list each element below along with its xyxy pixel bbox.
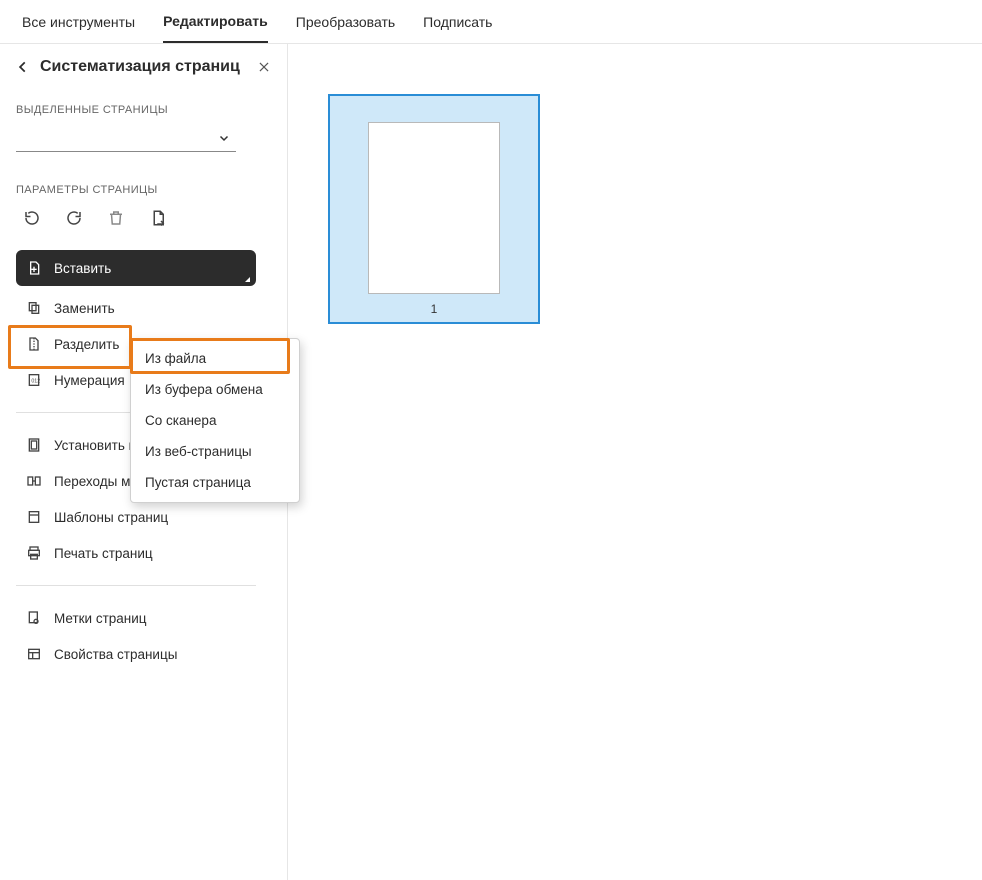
menu-item-from-clipboard[interactable]: Из буфера обмена (131, 374, 299, 405)
chevron-down-icon (218, 132, 230, 144)
insert-button[interactable]: Вставить (16, 250, 256, 286)
templates-icon (26, 509, 44, 525)
insert-dropdown-menu: Из файла Из буфера обмена Со сканера Из … (130, 338, 300, 503)
rotate-ccw-icon[interactable] (22, 208, 42, 228)
section-page-params: ПАРАМЕТРЫ СТРАНИЦЫ (16, 184, 271, 196)
page-params-toolbar (16, 204, 271, 246)
svg-text:012: 012 (31, 379, 40, 385)
page-thumbnail-selected[interactable]: 1 (328, 94, 540, 324)
numbering-icon: 012 (26, 372, 44, 388)
print-pages-button[interactable]: Печать страниц (16, 535, 256, 571)
tab-sign[interactable]: Подписать (423, 14, 492, 42)
menu-item-from-file[interactable]: Из файла (131, 343, 299, 374)
page-labels-button[interactable]: Метки страниц (16, 600, 256, 636)
organize-pages-panel: Систематизация страниц ВЫДЕЛЕННЫЕ СТРАНИ… (0, 44, 288, 880)
print-icon (26, 545, 44, 561)
selected-pages-dropdown[interactable] (16, 124, 236, 152)
page-properties-icon (26, 646, 44, 662)
split-button-label: Разделить (54, 337, 119, 352)
menu-item-from-scanner[interactable]: Со сканера (131, 405, 299, 436)
section-selected-pages: ВЫДЕЛЕННЫЕ СТРАНИЦЫ (16, 104, 271, 116)
tab-all-tools[interactable]: Все инструменты (22, 14, 135, 42)
back-icon[interactable] (16, 60, 30, 74)
trash-icon[interactable] (106, 208, 126, 228)
insert-page-icon (26, 260, 44, 276)
page-number-label: 1 (431, 302, 438, 316)
extract-page-icon[interactable] (148, 208, 168, 228)
divider (16, 585, 256, 586)
insert-button-label: Вставить (54, 261, 111, 276)
page-properties-button[interactable]: Свойства страницы (16, 636, 256, 672)
split-icon (26, 336, 44, 352)
page-preview (368, 122, 500, 294)
menu-item-blank-page[interactable]: Пустая страница (131, 467, 299, 498)
replace-icon (26, 300, 44, 316)
tab-edit[interactable]: Редактировать (163, 13, 268, 43)
transitions-icon (26, 473, 44, 489)
tab-convert[interactable]: Преобразовать (296, 14, 395, 42)
replace-button[interactable]: Заменить (16, 290, 256, 326)
templates-button[interactable]: Шаблоны страниц (16, 499, 256, 535)
page-labels-icon (26, 610, 44, 626)
replace-button-label: Заменить (54, 301, 115, 316)
print-pages-label: Печать страниц (54, 546, 153, 561)
templates-label: Шаблоны страниц (54, 510, 168, 525)
top-tab-bar: Все инструменты Редактировать Преобразов… (0, 0, 982, 44)
menu-item-from-web[interactable]: Из веб-страницы (131, 436, 299, 467)
pages-workspace: 1 (288, 44, 982, 880)
rotate-cw-icon[interactable] (64, 208, 84, 228)
close-icon[interactable] (257, 60, 271, 74)
page-properties-label: Свойства страницы (54, 647, 177, 662)
margins-icon (26, 437, 44, 453)
numbering-button-label: Нумерация (54, 373, 125, 388)
dropdown-caret-icon (245, 277, 250, 282)
panel-title: Систематизация страниц (40, 58, 247, 76)
page-labels-label: Метки страниц (54, 611, 147, 626)
